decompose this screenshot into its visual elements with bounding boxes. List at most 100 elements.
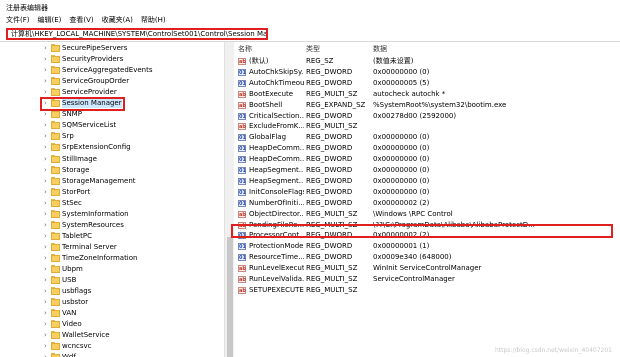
tree-item[interactable]: › SecurityProviders <box>0 54 224 65</box>
value-row[interactable]: 01 AutoChkSkipSy... REG_DWORD 0x00000000 (0… <box>235 67 620 78</box>
value-row[interactable]: 01 HeapDeComm... REG_DWORD 0x00000000 (0) <box>235 154 620 165</box>
chevron-right-icon[interactable]: › <box>44 77 51 86</box>
column-header-type[interactable]: 类型 <box>306 44 320 54</box>
chevron-right-icon[interactable]: › <box>44 342 51 351</box>
value-row[interactable]: ab ExcludeFromK... REG_MULTI_SZ <box>235 121 620 132</box>
tree-item[interactable]: › Video <box>0 319 224 330</box>
value-name: CriticalSection... <box>249 111 304 120</box>
value-row[interactable]: ab RunLevelValida... REG_MULTI_SZ ServiceCo… <box>235 274 620 285</box>
tree-item-label: StillImage <box>62 154 97 163</box>
tree-item[interactable]: › SrpExtensionConfig <box>0 142 224 153</box>
tree-item-label: ServiceProvider <box>62 88 117 97</box>
value-row[interactable]: 01 ProtectionMode REG_DWORD 0x00000001 (1) <box>235 241 620 252</box>
chevron-right-icon[interactable]: › <box>44 55 51 64</box>
tree-item[interactable]: › StillImage <box>0 154 224 165</box>
binary-value-icon: 01 <box>238 134 246 142</box>
tree-item[interactable]: › Wdf <box>0 352 224 357</box>
tree-item[interactable]: › TimeZoneInformation <box>0 253 224 264</box>
value-row[interactable]: ab SETUPEXECUTE REG_MULTI_SZ <box>235 285 620 296</box>
folder-icon <box>51 154 60 163</box>
menu-view[interactable]: 查看(V) <box>69 15 93 26</box>
chevron-right-icon[interactable]: › <box>44 232 51 241</box>
value-row[interactable]: 01 GlobalFlag REG_DWORD 0x00000000 (0) <box>235 132 620 143</box>
value-row[interactable]: 01 CriticalSection... REG_DWORD 0x00278d00 … <box>235 111 620 122</box>
tree-item[interactable]: › Terminal Server <box>0 242 224 253</box>
value-row[interactable]: 01 AutoChkTimeout REG_DWORD 0x00000005 (5) <box>235 78 620 89</box>
column-header-name[interactable]: 名称 <box>238 44 252 54</box>
folder-icon <box>51 265 60 273</box>
chevron-right-icon[interactable]: › <box>44 121 51 130</box>
binary-value-icon: 01 <box>238 79 246 87</box>
menu-edit[interactable]: 编辑(E) <box>38 15 62 26</box>
tree-item[interactable]: › Ubpm <box>0 264 224 275</box>
tree-item-label: ServiceGroupOrder <box>62 77 130 86</box>
value-row[interactable]: 01 HeapDeComm... REG_DWORD 0x00000000 (0) <box>235 143 620 154</box>
chevron-right-icon[interactable]: › <box>44 199 51 208</box>
value-row[interactable]: 01 NumberOfIniti... REG_DWORD 0x00000002 (2… <box>235 198 620 209</box>
chevron-right-icon[interactable]: › <box>44 166 51 175</box>
tree-item[interactable]: › StorageManagement <box>0 176 224 187</box>
value-row[interactable]: ab BootShell REG_EXPAND_SZ %SystemRoot%\sys… <box>235 100 620 111</box>
tree-item[interactable]: › usbstor <box>0 297 224 308</box>
chevron-right-icon[interactable]: › <box>44 188 51 197</box>
tree-item[interactable]: › SecurePipeServers <box>0 43 224 54</box>
value-row[interactable]: ab (默认) REG_SZ (数值未设置) <box>235 56 620 67</box>
chevron-right-icon[interactable]: › <box>44 309 51 318</box>
tree-item[interactable]: › Srp <box>0 131 224 142</box>
chevron-right-icon[interactable]: › <box>44 265 51 274</box>
chevron-right-icon[interactable]: › <box>44 88 51 97</box>
tree-item-label: ServiceAggregatedEvents <box>62 66 153 75</box>
tree-item[interactable]: › SystemInformation <box>0 209 224 220</box>
chevron-right-icon[interactable]: › <box>44 331 51 340</box>
tree-item[interactable]: › wcncsvc <box>0 341 224 352</box>
tree-item[interactable]: › StSec <box>0 198 224 209</box>
tree-item[interactable]: › Storage <box>0 165 224 176</box>
chevron-right-icon[interactable]: › <box>44 177 51 186</box>
tree-item[interactable]: › StorPort <box>0 187 224 198</box>
value-row[interactable]: 01 HeapSegment... REG_DWORD 0x00000000 (0) <box>235 176 620 187</box>
address-bar[interactable]: 计算机\HKEY_LOCAL_MACHINE\SYSTEM\ControlSet… <box>6 28 268 40</box>
tree-item-label: StSec <box>62 198 82 207</box>
value-row[interactable]: ab RunLevelExecute REG_MULTI_SZ WinInit Ser… <box>235 263 620 274</box>
tree-scrollbar[interactable] <box>224 42 234 357</box>
string-value-icon: ab <box>238 210 246 218</box>
value-row[interactable]: ab BootExecute REG_MULTI_SZ autocheck autoc… <box>235 89 620 100</box>
chevron-right-icon[interactable]: › <box>44 254 51 263</box>
value-row[interactable]: ab ObjectDirector... REG_MULTI_SZ \Windows … <box>235 209 620 220</box>
tree-item[interactable]: › SystemResources <box>0 220 224 231</box>
column-header-data[interactable]: 数据 <box>373 44 387 54</box>
value-row[interactable]: 01 HeapSegment... REG_DWORD 0x00000000 (0) <box>235 165 620 176</box>
tree-item[interactable]: › usbflags <box>0 286 224 297</box>
tree-item[interactable]: › WalletService <box>0 330 224 341</box>
value-row[interactable]: 01 ResourceTime... REG_DWORD 0x0009e340 (64… <box>235 252 620 263</box>
tree-item[interactable]: › VAN <box>0 308 224 319</box>
value-row[interactable]: 01 InitConsoleFlags REG_DWORD 0x00000000 (0… <box>235 187 620 198</box>
chevron-right-icon[interactable]: › <box>44 210 51 219</box>
menu-help[interactable]: 帮助(H) <box>141 15 166 26</box>
chevron-right-icon[interactable]: › <box>44 320 51 329</box>
chevron-right-icon[interactable]: › <box>44 353 51 357</box>
chevron-right-icon[interactable]: › <box>44 276 51 285</box>
tree-item[interactable]: › USB <box>0 275 224 286</box>
chevron-right-icon[interactable]: › <box>44 287 51 296</box>
chevron-right-icon[interactable]: › <box>44 44 51 53</box>
value-data: %SystemRoot%\system32\bootim.exe <box>373 100 507 109</box>
chevron-right-icon[interactable]: › <box>44 221 51 230</box>
chevron-right-icon[interactable]: › <box>44 155 51 164</box>
chevron-right-icon[interactable]: › <box>44 243 51 252</box>
tree-item[interactable]: › ServiceGroupOrder <box>0 76 224 87</box>
tree-item[interactable]: › ServiceAggregatedEvents <box>0 65 224 76</box>
menu-file[interactable]: 文件(F) <box>6 15 30 26</box>
chevron-right-icon[interactable]: › <box>44 143 51 152</box>
chevron-right-icon[interactable]: › <box>44 110 51 119</box>
tree-item[interactable]: › TabletPC <box>0 231 224 242</box>
chevron-right-icon[interactable]: › <box>44 66 51 75</box>
values-pane[interactable]: 名称 类型 数据 ab (默认) REG_SZ (数值未设置) 01 AutoChkSki… <box>235 42 620 357</box>
chevron-right-icon[interactable]: › <box>44 298 51 307</box>
menu-favorites[interactable]: 收藏夹(A) <box>102 15 133 26</box>
tree-item-label: Srp <box>62 132 74 141</box>
tree-item[interactable]: › SQMServiceList <box>0 120 224 131</box>
chevron-right-icon[interactable]: › <box>44 132 51 141</box>
registry-tree[interactable]: › SecurePipeServers › SecurityProviders › Ser… <box>0 42 224 357</box>
tree-scrollbar-thumb[interactable] <box>227 237 233 357</box>
